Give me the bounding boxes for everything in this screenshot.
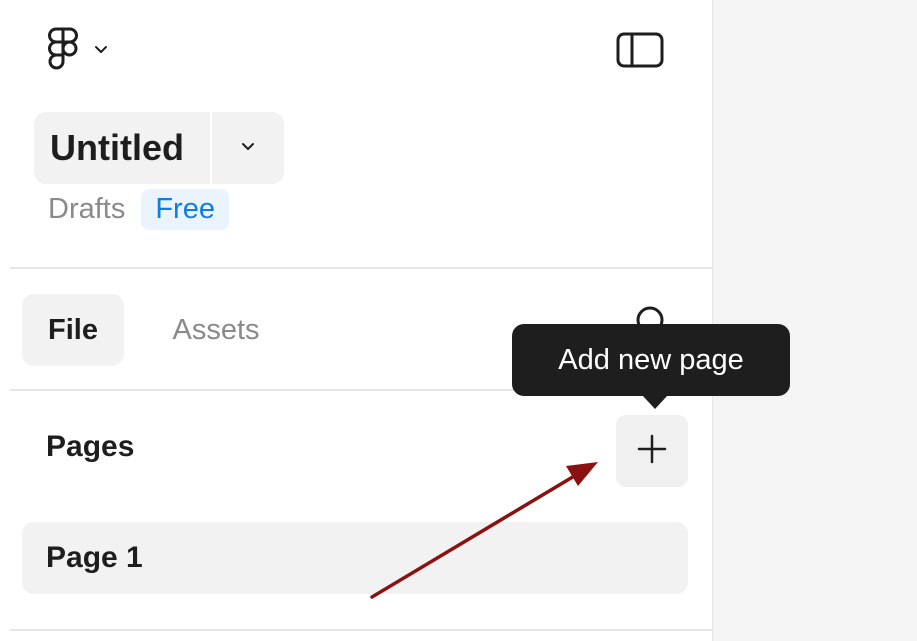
toggle-sidebar-button[interactable] [612, 30, 668, 74]
file-title: Untitled [50, 127, 184, 168]
plan-badge: Free [141, 188, 229, 230]
file-menu-button[interactable] [212, 112, 284, 184]
file-meta: Drafts Free [48, 186, 229, 232]
tooltip: Add new page [512, 324, 790, 396]
tab-file[interactable]: File [22, 294, 124, 366]
file-title-group: Untitled [34, 112, 284, 184]
divider [10, 629, 712, 631]
tooltip-pointer [642, 395, 668, 409]
tooltip-text: Add new page [558, 343, 744, 376]
left-sidebar: Untitled Drafts Free File Assets Pages P… [0, 0, 712, 641]
canvas-area[interactable] [713, 0, 917, 641]
plus-icon [636, 433, 668, 470]
main-menu-button[interactable] [48, 26, 136, 74]
page-list-item[interactable]: Page 1 [22, 522, 688, 594]
chevron-down-icon [94, 45, 108, 55]
sidebar-panel-icon [616, 32, 664, 73]
pages-section-title: Pages [46, 430, 135, 463]
app-window: Untitled Drafts Free File Assets Pages P… [0, 0, 917, 641]
drafts-link[interactable]: Drafts [48, 193, 125, 226]
chevron-down-icon [241, 139, 255, 157]
divider [10, 267, 712, 269]
page-label: Page 1 [46, 541, 143, 574]
add-page-button[interactable] [616, 415, 688, 487]
file-title-button[interactable]: Untitled [34, 112, 210, 184]
figma-logo-icon [48, 27, 78, 73]
tab-assets[interactable]: Assets [146, 294, 286, 366]
